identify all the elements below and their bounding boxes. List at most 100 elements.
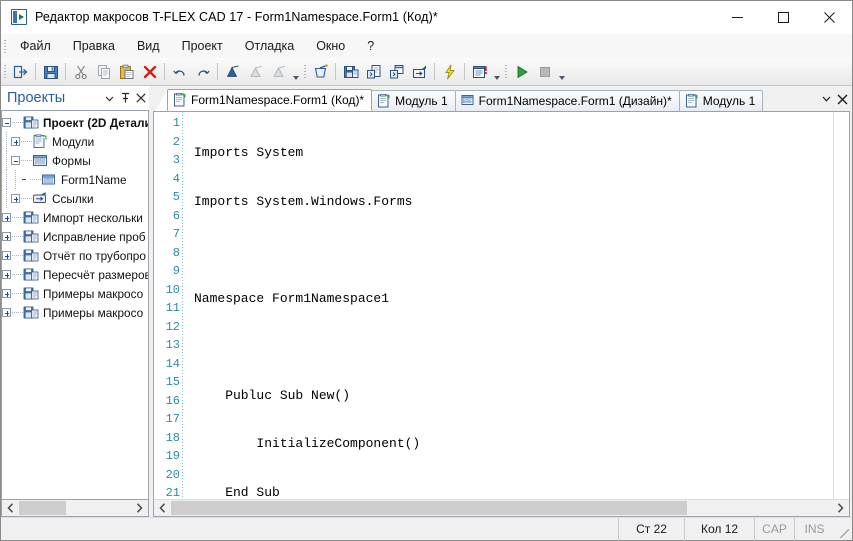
projects-hscroll-thumb[interactable] bbox=[19, 501, 66, 515]
compile-icon[interactable] bbox=[438, 60, 461, 83]
line-number: 13 bbox=[154, 336, 184, 355]
clear-icon[interactable] bbox=[309, 60, 332, 83]
panel-pin-icon[interactable] bbox=[117, 88, 133, 108]
projects-tree: Проект (2D Детали bbox=[2, 111, 148, 322]
tree-item-project-root[interactable]: Проект (2D Детали bbox=[2, 113, 148, 132]
tree-item-references[interactable]: Ссылки bbox=[2, 189, 148, 208]
bookmark-icon[interactable] bbox=[221, 60, 244, 83]
delete-icon[interactable] bbox=[138, 60, 161, 83]
close-button[interactable] bbox=[806, 1, 852, 33]
tree-item-macro-examples-1[interactable]: Примеры макросо bbox=[2, 284, 148, 303]
title-bar: Редактор макросов T-FLEX CAD 17 - Form1N… bbox=[1, 1, 852, 33]
tree-expander-minus-icon[interactable] bbox=[11, 156, 20, 165]
tree-expander-plus-icon[interactable] bbox=[2, 270, 11, 279]
menu-view[interactable]: Вид bbox=[126, 36, 171, 56]
tree-item-macro-examples-2[interactable]: Примеры макросо bbox=[2, 303, 148, 322]
projects-hscroll-track[interactable] bbox=[19, 501, 131, 515]
code-hscrollbar[interactable] bbox=[154, 499, 849, 516]
tree-expander-minus-icon[interactable] bbox=[2, 118, 11, 127]
references-icon[interactable] bbox=[408, 60, 431, 83]
code-text-area[interactable]: Imports System Imports System.Windows.Fo… bbox=[184, 112, 833, 499]
tree-expander-plus-icon[interactable] bbox=[11, 137, 20, 146]
add-form-icon[interactable] bbox=[385, 60, 408, 83]
tree-item-forms[interactable]: Формы bbox=[2, 151, 148, 170]
bookmark-prev-icon[interactable] bbox=[244, 60, 267, 83]
scroll-left-icon[interactable] bbox=[154, 501, 171, 516]
tree-item-recalc-dimensions[interactable]: Пересчёт размеров bbox=[2, 265, 148, 284]
project-icon bbox=[23, 267, 39, 282]
toolbar-overflow-1[interactable] bbox=[290, 60, 301, 83]
cut-icon[interactable] bbox=[69, 60, 92, 83]
add-module-icon[interactable] bbox=[362, 60, 385, 83]
menu-window[interactable]: Окно bbox=[305, 36, 356, 56]
menu-debug[interactable]: Отладка bbox=[234, 36, 305, 56]
paste-icon[interactable] bbox=[115, 60, 138, 83]
tree-item-label: Модули bbox=[52, 135, 94, 149]
toolbar-overflow-3[interactable] bbox=[556, 60, 567, 83]
panel-close-icon[interactable] bbox=[133, 88, 149, 108]
tree-expander-plus-icon[interactable] bbox=[2, 308, 11, 317]
code-editor-body[interactable]: 1 2 3 4 5 6 7 8 9 10 11 12 13 bbox=[154, 112, 833, 499]
tab-close-icon[interactable] bbox=[834, 90, 850, 108]
toolbar-grip-2[interactable] bbox=[301, 59, 309, 84]
copy-icon[interactable] bbox=[92, 60, 115, 83]
save-icon[interactable] bbox=[39, 60, 62, 83]
tree-item-form1namespace[interactable]: Form1Name bbox=[2, 170, 148, 189]
run-icon[interactable] bbox=[510, 60, 533, 83]
scroll-left-icon[interactable] bbox=[2, 501, 19, 516]
tree-item-fix-problems[interactable]: Исправление проб bbox=[2, 227, 148, 246]
project-icon bbox=[23, 229, 39, 244]
line-number: 17 bbox=[154, 410, 184, 429]
menu-edit[interactable]: Правка bbox=[62, 36, 126, 56]
code-hscroll-track[interactable] bbox=[171, 501, 832, 515]
tab-form1-design[interactable]: Form1Namespace.Form1 (Дизайн)* bbox=[455, 90, 680, 111]
tree-expander-plus-icon[interactable] bbox=[2, 289, 11, 298]
code-line: Imports System.Windows.Forms bbox=[194, 193, 833, 212]
code-line bbox=[194, 241, 833, 260]
line-number: 15 bbox=[154, 373, 184, 392]
editor-tabstrip: Form1Namespace.Form1 (Код)* Модуль 1 bbox=[153, 86, 850, 111]
menu-help[interactable]: ? bbox=[356, 36, 385, 56]
menu-project[interactable]: Проект bbox=[171, 36, 234, 56]
tree-connector bbox=[2, 132, 11, 151]
tree-item-pipeline-report[interactable]: Отчёт по трубопро bbox=[2, 246, 148, 265]
tree-item-label: Проект (2D Детали bbox=[43, 116, 148, 130]
tab-list-dropdown-icon[interactable] bbox=[818, 90, 834, 108]
tree-item-label: Примеры макросо bbox=[43, 306, 143, 320]
code-line: InitializeComponent() bbox=[194, 435, 833, 454]
tree-expander-plus-icon[interactable] bbox=[11, 194, 20, 203]
tab-form1-code[interactable]: Form1Namespace.Form1 (Код)* bbox=[167, 89, 372, 111]
status-column-indicator: Кол 12 bbox=[684, 518, 754, 541]
tree-expander-plus-icon[interactable] bbox=[2, 213, 11, 222]
toolbar-grip-1[interactable] bbox=[1, 59, 9, 84]
tree-expander-plus-icon[interactable] bbox=[2, 251, 11, 260]
exit-icon[interactable] bbox=[9, 60, 32, 83]
properties-icon[interactable] bbox=[468, 60, 491, 83]
panel-dropdown-icon[interactable] bbox=[101, 88, 117, 108]
status-caps-indicator: CAP bbox=[754, 518, 794, 541]
menubar-grip[interactable] bbox=[1, 34, 9, 59]
tree-expander-plus-icon[interactable] bbox=[2, 232, 11, 241]
scroll-right-icon[interactable] bbox=[832, 501, 849, 516]
undo-icon[interactable] bbox=[168, 60, 191, 83]
resize-grip-icon[interactable] bbox=[834, 518, 852, 541]
tab-module-1-a[interactable]: Модуль 1 bbox=[371, 90, 456, 111]
code-vscrollbar[interactable] bbox=[833, 112, 849, 499]
toolbar-grip-3[interactable] bbox=[502, 59, 510, 84]
bookmark-next-icon[interactable] bbox=[267, 60, 290, 83]
menu-file[interactable]: Файл bbox=[9, 36, 62, 56]
toolbar-overflow-2[interactable] bbox=[491, 60, 502, 83]
new-project-icon[interactable] bbox=[339, 60, 362, 83]
project-icon bbox=[23, 115, 39, 130]
redo-icon[interactable] bbox=[191, 60, 214, 83]
projects-tree-scroll[interactable]: Проект (2D Детали bbox=[1, 110, 149, 500]
tab-module-1-b[interactable]: Модуль 1 bbox=[679, 90, 764, 111]
tree-item-modules[interactable]: Модули bbox=[2, 132, 148, 151]
scroll-right-icon[interactable] bbox=[131, 501, 148, 516]
stop-icon[interactable] bbox=[533, 60, 556, 83]
code-hscroll-thumb[interactable] bbox=[171, 501, 687, 515]
maximize-button[interactable] bbox=[760, 1, 806, 33]
projects-hscrollbar[interactable] bbox=[1, 500, 149, 517]
minimize-button[interactable] bbox=[714, 1, 760, 33]
tree-item-import-multiple[interactable]: Импорт нескольки bbox=[2, 208, 148, 227]
